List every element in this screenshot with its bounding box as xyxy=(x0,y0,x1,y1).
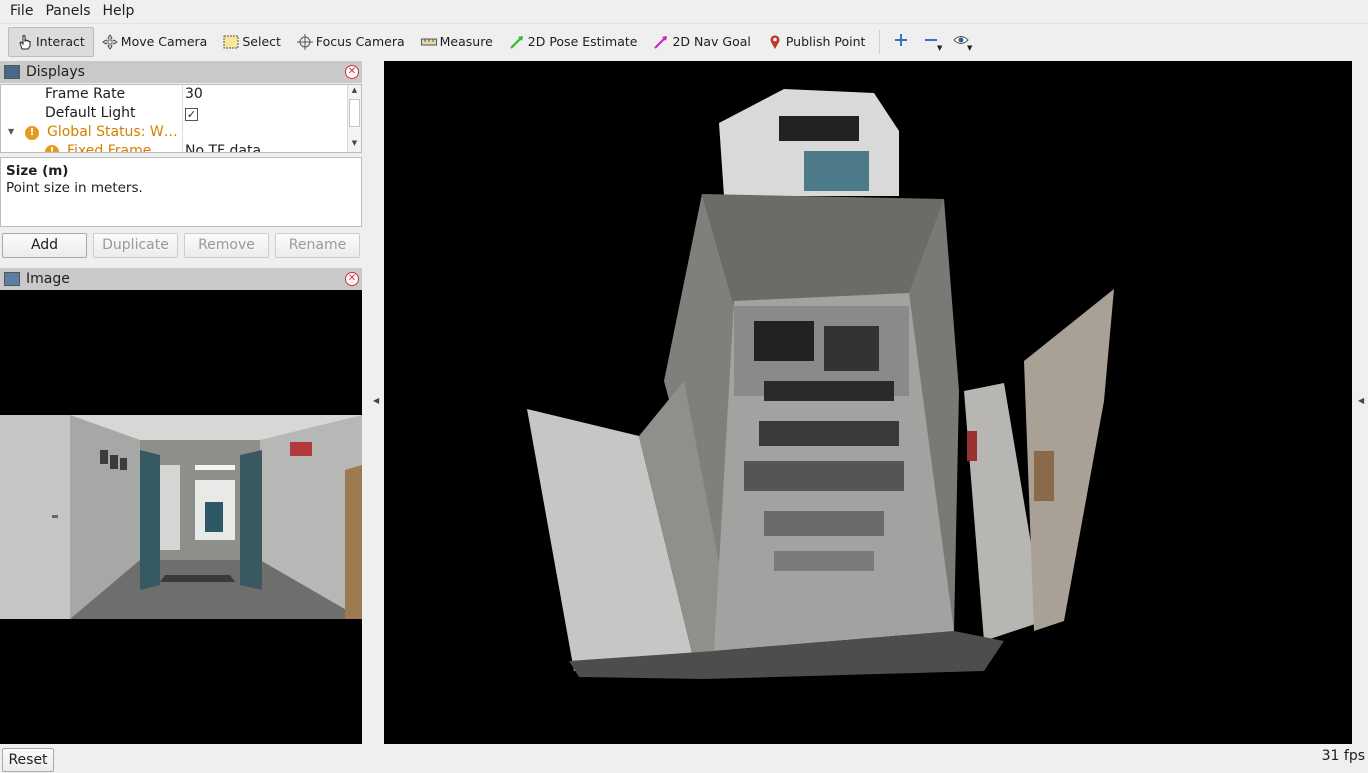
duplicate-button[interactable]: Duplicate xyxy=(93,233,178,258)
add-tool-button[interactable] xyxy=(886,27,916,57)
status-bar: Reset 31 fps xyxy=(0,746,1368,773)
scrollbar-thumb[interactable] xyxy=(349,99,360,127)
interact-tool-label: Interact xyxy=(36,34,85,49)
map-pin-icon xyxy=(767,34,783,50)
menu-bar: File Panels Help xyxy=(0,0,1368,22)
measure-tool[interactable]: Measure xyxy=(413,27,501,57)
collapse-left-icon[interactable]: ◀ xyxy=(373,396,379,405)
menu-panels[interactable]: Panels xyxy=(39,0,96,22)
plus-icon xyxy=(894,33,908,51)
tree-row-name: Frame Rate xyxy=(45,86,126,102)
close-icon[interactable]: ✕ xyxy=(345,272,359,286)
pose-estimate-tool-label: 2D Pose Estimate xyxy=(527,34,638,49)
expand-arrow-icon[interactable]: ▼ xyxy=(8,127,14,136)
warning-icon: ! xyxy=(45,145,59,152)
move-camera-icon xyxy=(102,33,118,50)
green-arrow-icon xyxy=(509,34,525,50)
fps-readout: 31 fps xyxy=(1321,748,1365,764)
remove-button[interactable]: Remove xyxy=(184,233,269,258)
focus-crosshair-icon xyxy=(296,33,313,50)
display-buttons: Add Duplicate Remove Rename xyxy=(2,233,360,258)
tree-row-value[interactable]: 30 xyxy=(185,86,203,102)
move-camera-tool-label: Move Camera xyxy=(120,34,208,49)
menu-help-label: Help xyxy=(102,3,135,19)
view-options-button[interactable]: ▼ xyxy=(946,27,976,57)
magenta-arrow-icon xyxy=(653,34,669,50)
menu-file[interactable]: File xyxy=(4,0,39,22)
reset-button[interactable]: Reset xyxy=(2,748,54,772)
image-icon xyxy=(4,272,20,286)
focus-camera-tool[interactable]: Focus Camera xyxy=(289,27,413,57)
menu-help[interactable]: Help xyxy=(97,0,141,22)
camera-image-view xyxy=(0,290,362,744)
hand-pointer-icon xyxy=(17,34,33,50)
collapse-right-icon[interactable]: ◀ xyxy=(1358,396,1364,405)
displays-panel-header: Displays ✕ xyxy=(0,61,362,83)
toolbar-separator xyxy=(879,29,881,54)
select-tool[interactable]: Select xyxy=(215,27,289,57)
default-light-checkbox[interactable]: ✓ xyxy=(185,108,198,121)
tree-row-name: Fixed Frame xyxy=(67,143,152,153)
point-cloud xyxy=(527,89,1114,679)
tree-row-default-light[interactable]: Default Light ✓ xyxy=(1,105,349,124)
image-panel-header: Image ✕ xyxy=(0,268,362,290)
tree-row-frame-rate[interactable]: Frame Rate 30 xyxy=(1,86,349,105)
tree-row-fixed-frame[interactable]: ! Fixed Frame No TF data xyxy=(1,143,349,153)
displays-panel-title: Displays xyxy=(26,64,85,80)
select-tool-label: Select xyxy=(242,34,281,49)
ruler-icon xyxy=(420,34,437,50)
tree-row-name: Global Status: W… xyxy=(47,124,178,140)
menu-panels-label: Panels xyxy=(45,3,91,19)
publish-point-tool-label: Publish Point xyxy=(785,34,866,49)
pose-estimate-tool[interactable]: 2D Pose Estimate xyxy=(501,27,646,57)
tree-row-value: No TF data xyxy=(185,143,262,153)
warning-icon: ! xyxy=(25,126,39,140)
add-button[interactable]: Add xyxy=(2,233,87,258)
scroll-up-icon[interactable]: ▲ xyxy=(348,86,361,98)
focus-camera-tool-label: Focus Camera xyxy=(315,34,405,49)
menu-file-label: File xyxy=(10,3,34,19)
description-text: Point size in meters. xyxy=(6,180,143,196)
dropdown-arrow-icon: ▼ xyxy=(967,43,973,52)
property-description: Size (m) Point size in meters. xyxy=(0,157,362,227)
close-icon[interactable]: ✕ xyxy=(345,65,359,79)
monitor-icon xyxy=(4,65,20,79)
render-3d-view[interactable] xyxy=(384,61,1352,744)
toolbar: Interact Move Camera Select Focus Camera… xyxy=(0,23,1368,59)
dropdown-arrow-icon: ▼ xyxy=(937,43,943,52)
tree-row-name: Default Light xyxy=(45,105,136,121)
move-camera-tool[interactable]: Move Camera xyxy=(94,27,216,57)
measure-tool-label: Measure xyxy=(439,34,493,49)
right-panel-splitter[interactable]: ◀ xyxy=(1353,60,1368,744)
displays-tree[interactable]: Frame Rate 30 Default Light ✓ ▼ ! Global… xyxy=(0,84,362,153)
description-title: Size (m) xyxy=(6,163,69,179)
rename-button[interactable]: Rename xyxy=(275,233,360,258)
camera-frame xyxy=(0,415,362,619)
nav-goal-tool-label: 2D Nav Goal xyxy=(672,34,751,49)
interact-tool[interactable]: Interact xyxy=(8,26,94,57)
tree-scrollbar[interactable]: ▲ ▼ xyxy=(347,85,361,152)
remove-tool-button[interactable]: ▼ xyxy=(916,27,946,57)
tree-row-global-status[interactable]: ▼ ! Global Status: W… xyxy=(1,124,349,143)
image-panel-title: Image xyxy=(26,271,70,287)
panel-splitter[interactable]: ◀ xyxy=(363,60,383,744)
publish-point-tool[interactable]: Publish Point xyxy=(759,27,874,57)
select-box-icon xyxy=(223,34,239,50)
nav-goal-tool[interactable]: 2D Nav Goal xyxy=(645,27,758,57)
scroll-down-icon[interactable]: ▼ xyxy=(348,139,361,151)
